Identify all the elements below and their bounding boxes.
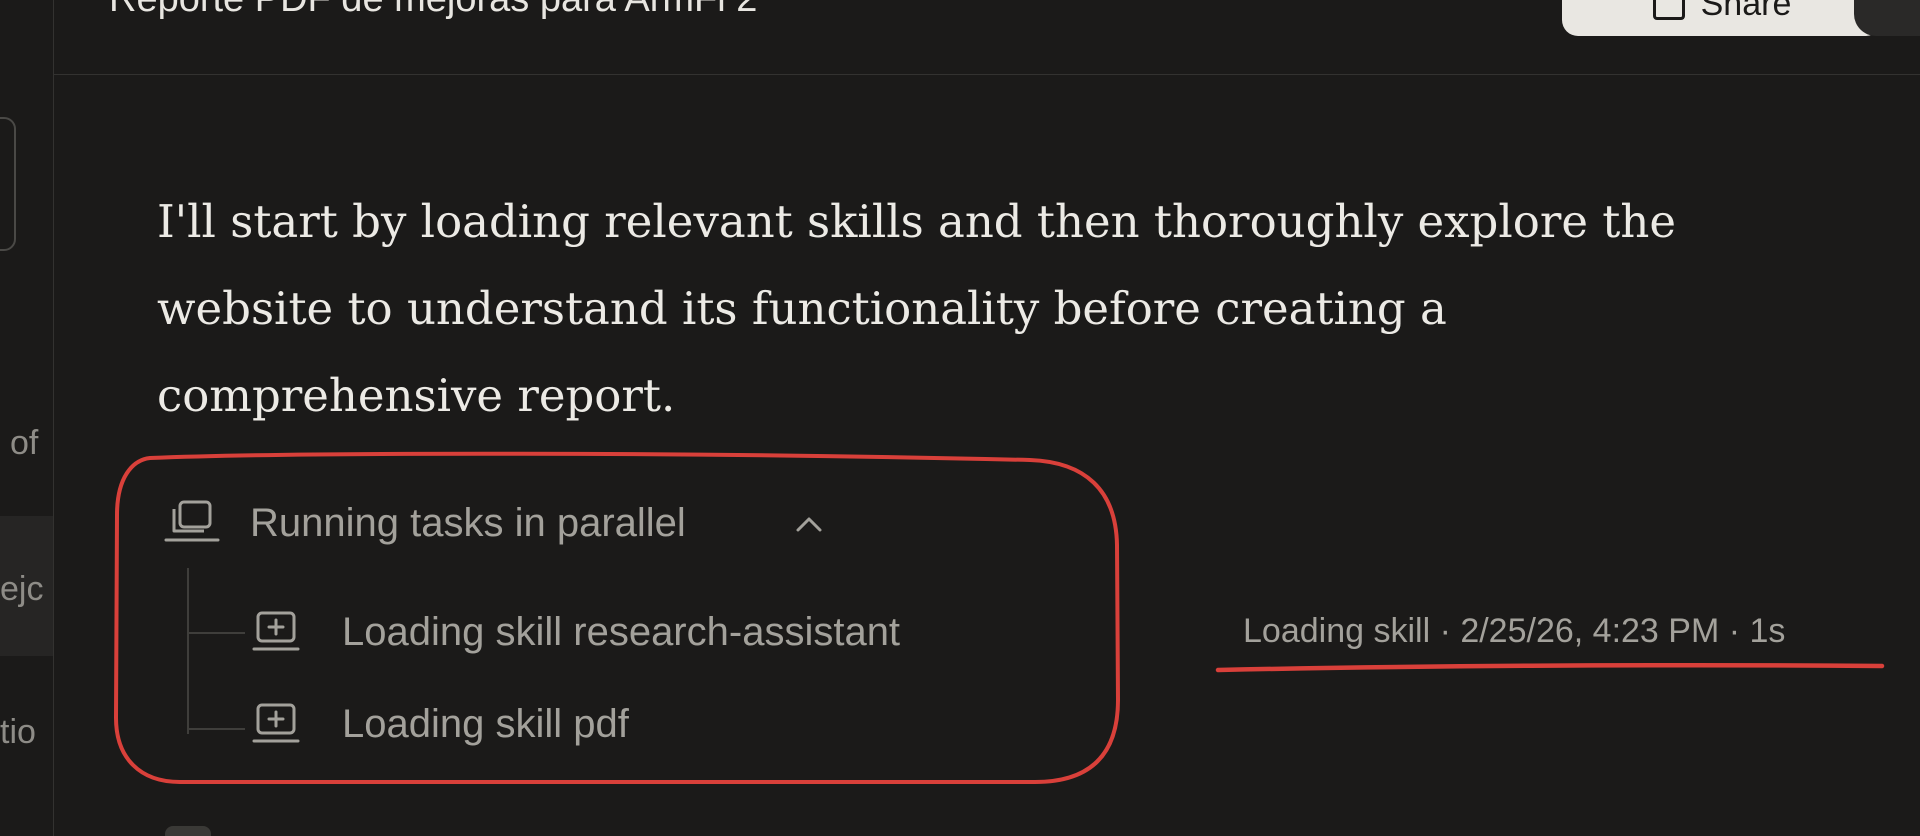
task-label: Loading skill pdf: [342, 701, 629, 746]
stacked-windows-icon: [164, 500, 220, 542]
chevron-up-icon[interactable]: [795, 515, 823, 533]
next-block-icon: [165, 826, 211, 836]
status-text: Loading skill · 2/25/26, 4:23 PM · 1s: [1243, 612, 1786, 650]
page-title: Reporte PDF de mejoras para ArmFi 2: [109, 0, 757, 21]
skill-monitor-icon: [252, 611, 300, 651]
share-icon: [1652, 0, 1685, 20]
parallel-tasks-toggle[interactable]: Running tasks in parallel: [250, 501, 686, 546]
skill-monitor-icon: [252, 703, 300, 743]
sidebar-item-fragment[interactable]: of: [10, 424, 38, 463]
header: Reporte PDF de mejoras para ArmFi 2 Shar…: [54, 0, 1920, 75]
tree-branch: [187, 728, 245, 730]
sidebar-item-fragment[interactable]: tio: [0, 713, 36, 752]
tree-connector: [187, 568, 247, 734]
app-window: of ejc tio Reporte PDF de mejoras para A…: [0, 0, 1920, 836]
share-button[interactable]: Share: [1562, 0, 1882, 36]
task-label: Loading skill research-assistant: [342, 609, 901, 654]
annotation-underline: [1215, 662, 1885, 673]
assistant-message: I'll start by loading relevant skills an…: [157, 195, 1676, 422]
task-item-research-assistant[interactable]: Loading skill research-assistant: [252, 604, 900, 660]
sidebar-new-chat-box[interactable]: [0, 117, 16, 251]
sidebar: of ejc tio: [0, 0, 54, 836]
sidebar-item-fragment[interactable]: ejc: [0, 570, 43, 609]
share-button-label: Share: [1700, 0, 1792, 23]
tree-branch: [187, 632, 245, 634]
task-item-pdf[interactable]: Loading skill pdf: [252, 696, 629, 752]
avatar[interactable]: [1854, 0, 1920, 36]
